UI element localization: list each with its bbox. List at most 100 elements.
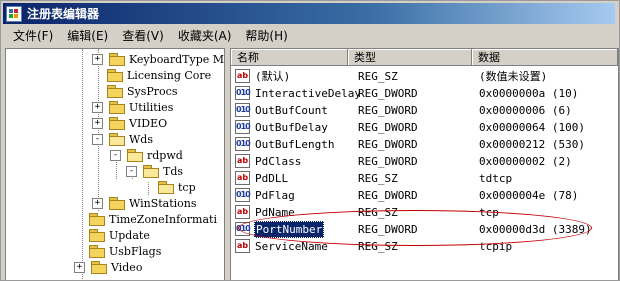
open-folder-icon: [127, 149, 143, 162]
value-row[interactable]: ab (默认) REG_SZ (数值未设置): [235, 68, 615, 85]
tree-item-video[interactable]: + Video: [74, 259, 142, 275]
value-name: OutBufLength: [255, 138, 335, 151]
binary-value-icon: 010: [235, 188, 251, 202]
tree-item-label: TimeZoneInformati: [109, 212, 217, 226]
value-type: REG_SZ: [358, 172, 398, 185]
value-type: REG_DWORD: [358, 104, 418, 117]
tree-item-winstations[interactable]: + WinStations: [92, 195, 197, 211]
tree-item-wds[interactable]: - Wds: [92, 131, 153, 147]
tree-item-label: UsbFlags: [109, 244, 162, 258]
collapse-icon[interactable]: -: [110, 149, 121, 161]
value-name-selected: PortNumber: [254, 221, 325, 238]
tree-item-label: KeyboardType Ma: [129, 52, 225, 66]
menu-favorites[interactable]: 收藏夹(A): [171, 27, 239, 44]
menu-file[interactable]: 文件(F): [3, 27, 60, 44]
value-name: (默认): [255, 70, 291, 83]
folder-icon: [89, 213, 105, 226]
collapse-icon[interactable]: -: [92, 133, 103, 145]
tree-item-label: Tds: [163, 164, 184, 178]
value-row[interactable]: ab PdName REG_SZ tcp: [235, 204, 615, 221]
expand-icon[interactable]: +: [92, 53, 103, 65]
tree-item-tcp[interactable]: tcp: [158, 179, 196, 195]
tree-item-label: tcp: [178, 180, 196, 194]
expand-icon[interactable]: +: [74, 261, 85, 273]
value-row[interactable]: ab ServiceName REG_SZ tcpip: [235, 238, 615, 255]
value-row[interactable]: 010 OutBufDelay REG_DWORD 0x00000064 (10…: [235, 119, 615, 136]
open-folder-icon: [109, 133, 125, 146]
tree-item-label: VIDEO: [129, 116, 168, 130]
value-row[interactable]: 010 OutBufCount REG_DWORD 0x00000006 (6): [235, 102, 615, 119]
binary-value-icon: 010: [235, 103, 251, 117]
menu-edit[interactable]: 编辑(E): [60, 27, 115, 44]
value-name: PdName: [255, 206, 295, 219]
value-type: REG_SZ: [358, 206, 398, 219]
value-name: OutBufCount: [255, 104, 328, 117]
regedit-app-icon: [6, 5, 22, 22]
value-row[interactable]: 010 PdFlag REG_DWORD 0x0000004e (78): [235, 187, 615, 204]
window-title: 注册表编辑器: [27, 7, 100, 21]
value-data: 0x0000004e (78): [479, 189, 579, 202]
open-folder-icon: [143, 165, 159, 178]
tree-item-usbflags[interactable]: UsbFlags: [89, 243, 161, 259]
value-name: PdClass: [255, 155, 302, 168]
value-row[interactable]: 010 InteractiveDelay REG_DWORD 0x0000000…: [235, 85, 615, 102]
tree-item-update[interactable]: Update: [89, 227, 150, 243]
value-name: ServiceName: [255, 240, 328, 253]
tree-item-rdpwd[interactable]: - rdpwd: [110, 147, 183, 163]
folder-icon: [109, 101, 125, 114]
tree-item-licensing-core[interactable]: Licensing Core: [107, 67, 211, 83]
tree-item-label: Wds: [129, 132, 153, 146]
tree-item-utilities[interactable]: + Utilities: [92, 99, 173, 115]
binary-value-icon: 010: [235, 222, 251, 236]
value-type: REG_DWORD: [358, 121, 418, 134]
value-type: REG_DWORD: [358, 189, 418, 202]
value-data: 0x00000006 (6): [479, 104, 572, 117]
tree-item-tds[interactable]: - Tds: [126, 163, 183, 179]
tree-item-label: Licensing Core: [127, 68, 212, 82]
expand-icon[interactable]: +: [92, 117, 103, 129]
value-name: InteractiveDelay: [255, 87, 361, 100]
menu-help[interactable]: 帮助(H): [238, 27, 294, 44]
value-data: tcpip: [479, 240, 513, 253]
string-value-icon: ab: [235, 171, 250, 185]
value-data: tdtcp: [479, 172, 513, 185]
collapse-icon[interactable]: -: [126, 165, 137, 177]
folder-icon: [89, 229, 105, 242]
column-header-data[interactable]: 数据: [472, 49, 618, 66]
string-value-icon: ab: [235, 239, 250, 253]
expand-icon[interactable]: +: [92, 101, 103, 113]
value-row[interactable]: ab PdClass REG_DWORD 0x00000002 (2): [235, 153, 615, 170]
column-header-name[interactable]: 名称: [231, 49, 348, 66]
key-tree-pane[interactable]: + KeyboardType Ma Licensing Core SysProc…: [5, 48, 225, 280]
value-name: PdDLL: [255, 172, 289, 185]
folder-icon: [107, 69, 123, 82]
value-type: REG_DWORD: [358, 155, 418, 168]
string-value-icon: ab: [235, 205, 250, 219]
value-type: REG_SZ: [358, 70, 398, 83]
value-row[interactable]: ab PdDLL REG_SZ tdtcp: [235, 170, 615, 187]
menu-view[interactable]: 查看(V): [115, 27, 171, 44]
values-list-pane[interactable]: 名称 类型 数据 ab (默认) REG_SZ (数值未设置) 010 Inte…: [230, 48, 619, 280]
tree-item-sysprocs[interactable]: SysProcs: [107, 83, 177, 99]
tree-item-video-upper[interactable]: + VIDEO: [92, 115, 167, 131]
tree-item-label: rdpwd: [147, 148, 183, 162]
tree-item-keyboardtype[interactable]: + KeyboardType Ma: [92, 51, 225, 67]
tree-item-timezoneinformation[interactable]: TimeZoneInformati: [89, 211, 217, 227]
binary-value-icon: 010: [235, 137, 251, 151]
folder-icon: [109, 197, 125, 210]
value-type: REG_DWORD: [358, 223, 418, 236]
value-row-selected[interactable]: 010 PortNumber REG_DWORD 0x00000d3d (338…: [235, 221, 615, 238]
open-folder-icon: [158, 181, 174, 194]
value-data: 0x00000002 (2): [479, 155, 572, 168]
binary-value-icon: 010: [235, 120, 251, 134]
column-header-type[interactable]: 类型: [348, 49, 472, 66]
value-data: 0x00000d3d (3389): [479, 223, 592, 236]
string-value-icon: ab: [235, 69, 250, 83]
value-row[interactable]: 010 OutBufLength REG_DWORD 0x00000212 (5…: [235, 136, 615, 153]
value-name: OutBufDelay: [255, 121, 328, 134]
title-bar[interactable]: 注册表编辑器: [3, 3, 615, 24]
tree-item-label: WinStations: [129, 196, 197, 210]
tree-item-label: Utilities: [129, 100, 174, 114]
value-data: 0x00000212 (530): [479, 138, 585, 151]
expand-icon[interactable]: +: [92, 197, 103, 209]
